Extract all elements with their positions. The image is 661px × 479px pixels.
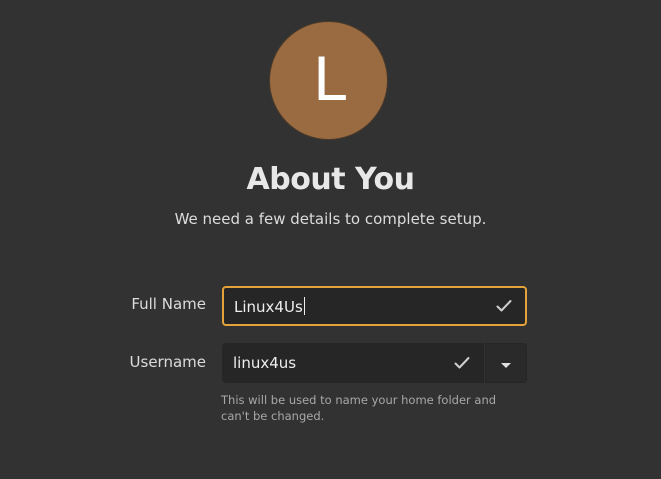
username-field[interactable]: linux4us [222, 343, 484, 383]
avatar-initial: L [312, 44, 347, 115]
username-input[interactable]: linux4us [223, 354, 453, 372]
page-title: About You [246, 162, 415, 197]
full-name-value: Linux4Us [234, 297, 303, 316]
checkmark-icon [495, 297, 513, 315]
username-hint: This will be used to name your home fold… [221, 393, 497, 423]
username-label: Username [129, 353, 206, 371]
about-you-page: L About You We need a few details to com… [0, 0, 661, 479]
text-cursor [303, 296, 305, 315]
full-name-field[interactable]: Linux4Us [222, 286, 527, 326]
avatar: L [269, 21, 388, 140]
full-name-label: Full Name [131, 295, 206, 313]
page-subtitle: We need a few details to complete setup. [174, 210, 487, 228]
chevron-down-icon [500, 354, 512, 373]
full-name-input[interactable]: Linux4Us [224, 296, 495, 316]
username-dropdown-button[interactable] [485, 343, 527, 383]
checkmark-icon [453, 354, 471, 372]
